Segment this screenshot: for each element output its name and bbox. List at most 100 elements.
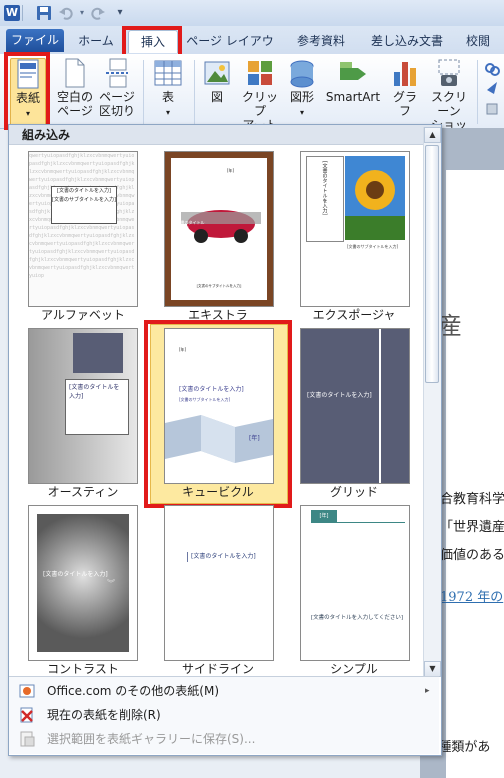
document-line: 合教育科学 bbox=[440, 492, 504, 507]
menu-item-label: Office.com のその他の表紙(M) bbox=[47, 684, 220, 698]
page-break-label-1: ページ bbox=[99, 90, 135, 104]
chevron-down-icon[interactable]: ▾ bbox=[74, 5, 90, 21]
gallery-item-label: グリッド bbox=[329, 485, 378, 499]
cover-thumb-grid[interactable]: [文書のタイトルを入力] bbox=[300, 328, 410, 484]
menu-item-label: 選択範囲を表紙ギャラリーに保存(S)... bbox=[47, 732, 256, 746]
tab-page-layout[interactable]: ページ レイアウト bbox=[184, 30, 276, 70]
menu-item-remove-cover[interactable]: 現在の表紙を削除(R) bbox=[9, 704, 439, 726]
chevron-down-icon: ▾ bbox=[299, 108, 304, 117]
austin-header-block bbox=[73, 333, 123, 373]
links-group bbox=[484, 60, 500, 120]
cover-thumb-sideline[interactable]: [文書のタイトルを入力] bbox=[164, 505, 274, 661]
chart-label: グラフ bbox=[392, 90, 417, 118]
document-line: 価値のある bbox=[440, 548, 504, 563]
save-to-gallery-icon bbox=[20, 731, 35, 747]
customize-qat-icon[interactable]: ▾ bbox=[112, 5, 128, 21]
tab-home[interactable]: ホーム bbox=[74, 30, 118, 52]
thumb-year-text: [年] bbox=[311, 510, 337, 522]
shapes-label: 図形 bbox=[289, 90, 314, 104]
clip-art-button[interactable]: クリップアート bbox=[238, 58, 282, 132]
ribbon-tabs: ファイル ホーム 挿入 ページ レイアウト 参考資料 差し込み文書 校閲 bbox=[0, 26, 504, 70]
thumb-title-text: [文書のタイトルを入力してください] bbox=[311, 615, 403, 621]
shapes-icon bbox=[290, 60, 314, 88]
ribbon-separator bbox=[143, 60, 144, 124]
exposure-title-box: [文書のタイトルを入力] bbox=[306, 156, 344, 242]
alphabet-title-box: [文書のタイトルを入力] [文書のサブタイトルを入力] bbox=[51, 186, 117, 224]
gallery-item-label: エクスポージャ bbox=[312, 308, 396, 322]
gallery-item-label: オースティン bbox=[47, 485, 119, 499]
cover-page-gallery: 組み込み qwertyuiopasdfghjklzxcvbnmqwertyuio… bbox=[8, 124, 442, 756]
austin-title-box: [文書のタイトルを入力] bbox=[65, 379, 129, 435]
save-icon[interactable] bbox=[36, 5, 52, 21]
thumb-title-text: [文書のタイトルを入力] bbox=[321, 161, 328, 215]
undo-icon[interactable] bbox=[58, 5, 74, 21]
remove-cover-icon bbox=[20, 707, 33, 723]
tab-references[interactable]: 参考資料 bbox=[290, 30, 352, 52]
screenshot-label-1: スクリーン bbox=[430, 90, 467, 118]
cover-page-menu: Office.com のその他の表紙(M) ▸ 現在の表紙を削除(R) 選択範囲… bbox=[9, 676, 439, 754]
thumb-title-text: [文書のタイトルを入力] bbox=[175, 220, 205, 231]
menu-item-label: 現在の表紙を削除(R) bbox=[47, 708, 161, 722]
chart-icon bbox=[394, 62, 416, 86]
cubicle-highlight bbox=[144, 320, 292, 508]
cover-thumb-simple[interactable]: [年] [文書のタイトルを入力してください] bbox=[300, 505, 410, 661]
scroll-down-icon[interactable]: ▼ bbox=[424, 661, 441, 677]
menu-item-more-covers[interactable]: Office.com のその他の表紙(M) ▸ bbox=[9, 680, 439, 702]
simple-rule bbox=[311, 522, 405, 523]
gallery-item-label: コントラスト bbox=[47, 662, 119, 676]
scroll-up-icon[interactable]: ▲ bbox=[424, 127, 441, 143]
blank-page-icon bbox=[65, 58, 85, 88]
gallery-item-label: アルファベット bbox=[41, 308, 125, 322]
page-break-label-2: 区切り bbox=[98, 104, 135, 118]
clip-art-label-1: クリップ bbox=[241, 90, 278, 118]
thumb-title-text: [文書のタイトルを入力] bbox=[187, 552, 263, 562]
cover-thumb-austin[interactable]: [文書のタイトルを入力] bbox=[28, 328, 138, 484]
cover-thumb-alphabet[interactable]: qwertyuiopasdfghjklzxcvbnmqwertyuiopasdf… bbox=[28, 151, 138, 307]
hyperlink-icon[interactable] bbox=[484, 60, 500, 120]
page-break-button[interactable]: ページ 区切り bbox=[98, 58, 136, 118]
table-button[interactable]: 表 ▾ bbox=[150, 58, 186, 120]
gallery-item-label: シンプル bbox=[330, 662, 378, 676]
scroll-thumb[interactable] bbox=[425, 145, 439, 383]
extra-page: [年] [文書のタイトルを入力] [文書のサブタイトルを入力] bbox=[171, 158, 267, 300]
smartart-label: SmartArt bbox=[325, 90, 381, 104]
chevron-down-icon: ▾ bbox=[165, 108, 170, 117]
thumb-subtitle-text: [文書のサブタイトルを入力] bbox=[347, 244, 399, 249]
menu-item-save-selection[interactable]: 選択範囲を表紙ギャラリーに保存(S)... bbox=[9, 728, 439, 750]
thumb-title-text: [文書のタイトルを入力] bbox=[69, 384, 120, 400]
cover-page-highlight bbox=[4, 52, 50, 130]
tab-file[interactable]: ファイル bbox=[6, 29, 64, 52]
alphabet-pattern: qwertyuiopasdfghjklzxcvbnmqwertyuiopasdf… bbox=[29, 153, 135, 279]
document-link[interactable]: 1972 年の bbox=[440, 586, 503, 605]
picture-button[interactable]: 図 bbox=[200, 58, 234, 104]
cover-thumb-exposure[interactable]: [文書のタイトルを入力] [文書のサブタイトルを入力] bbox=[300, 151, 410, 307]
ribbon-separator bbox=[194, 60, 195, 124]
chart-button[interactable]: グラフ bbox=[388, 58, 422, 118]
clip-art-icon bbox=[248, 61, 272, 85]
ribbon: 表紙▾ 空白のページ ページ区切り 表▾ 図 クリップアート 図形▾ Smart… bbox=[0, 54, 504, 146]
document-page: 産 合教育科学 「世界遺産 価値のある 1972 年の 3 種類があ bbox=[426, 170, 504, 778]
cover-thumb-contrast[interactable]: [文書のタイトルを入力] ︾ bbox=[28, 505, 138, 661]
thumb-title-text: [文書のタイトルを入力] bbox=[307, 392, 372, 399]
tab-review[interactable]: 校閲 bbox=[456, 30, 500, 52]
document-line: 「世界遺産 bbox=[440, 520, 504, 535]
table-icon bbox=[154, 60, 182, 86]
contrast-block bbox=[37, 514, 129, 652]
redo-icon[interactable] bbox=[90, 5, 106, 21]
gallery-scrollbar[interactable]: ▲ ▼ bbox=[423, 127, 441, 677]
word-app-icon[interactable]: W bbox=[4, 5, 20, 21]
submenu-arrow-icon: ▸ bbox=[425, 686, 430, 696]
smartart-button[interactable]: SmartArt bbox=[324, 58, 382, 104]
blank-page-label-1: 空白の bbox=[56, 90, 93, 104]
office-com-icon bbox=[19, 684, 35, 698]
tab-mailings[interactable]: 差し込み文書 bbox=[368, 30, 446, 52]
exposure-sunflower-image bbox=[345, 156, 405, 240]
thumb-year-text: [年] bbox=[227, 168, 235, 173]
gallery-header: 組み込み bbox=[9, 125, 441, 145]
grid-divider bbox=[379, 329, 381, 483]
cover-thumb-extra[interactable]: [年] [文書のタイトルを入力] [文書のサブタイトルを入力] bbox=[164, 151, 274, 307]
screenshot-icon bbox=[438, 59, 460, 86]
blank-page-label-2: ページ bbox=[57, 104, 93, 118]
blank-page-button[interactable]: 空白の ページ bbox=[56, 58, 94, 118]
shapes-button[interactable]: 図形 ▾ bbox=[286, 58, 318, 120]
